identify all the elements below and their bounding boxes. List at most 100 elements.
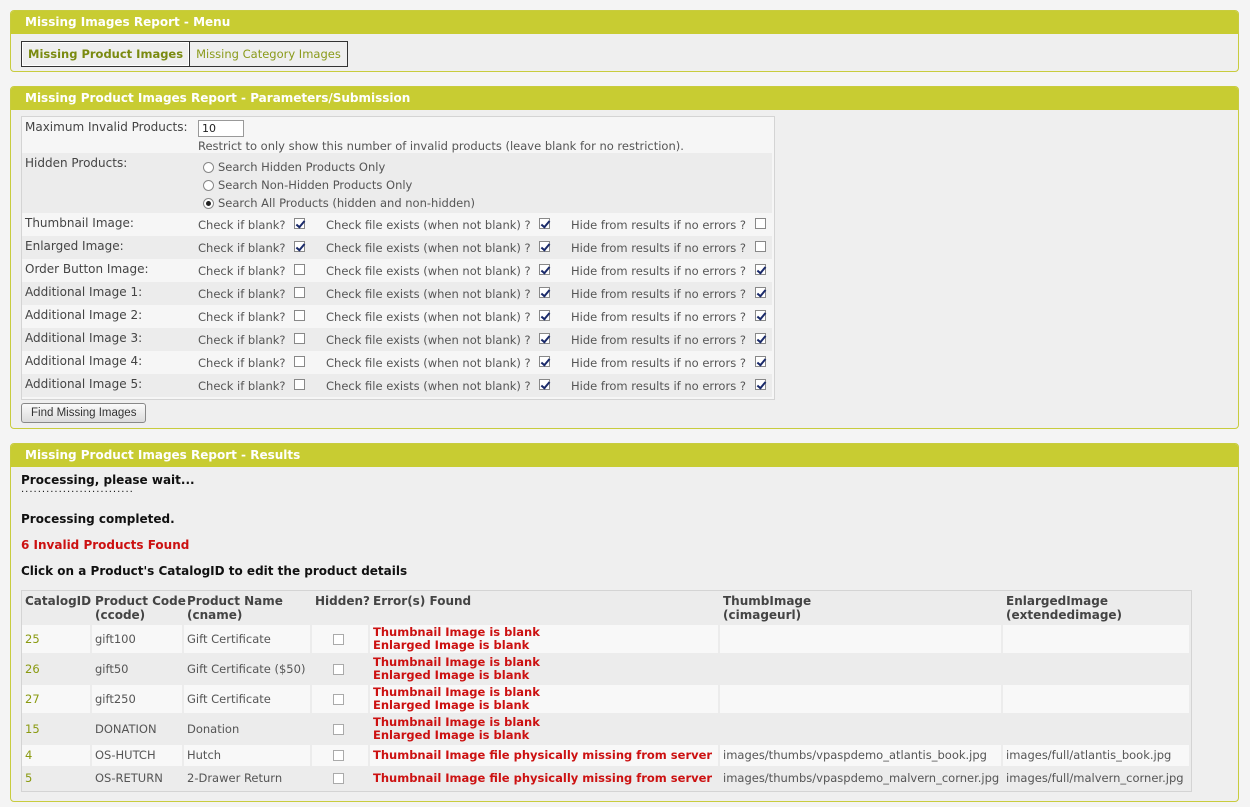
- check-blank-label: Check if blank?: [198, 379, 286, 393]
- product-code-cell: gift250: [92, 685, 182, 713]
- hide-if-no-errors-label: Hide from results if no errors ?: [571, 356, 746, 370]
- radio-hidden-only[interactable]: Search Hidden Products Only: [203, 160, 385, 174]
- errors-cell: Thumbnail Image file physically missing …: [370, 745, 718, 766]
- image-option-row: Enlarged Image: Check if blank? Check file…: [22, 236, 772, 259]
- parameters-panel-title: Missing Product Images Report - Paramete…: [11, 87, 1238, 110]
- check-blank-label: Check if blank?: [198, 287, 286, 301]
- table-row: 15 DONATION Donation Thumbnail Image is bla…: [22, 715, 1189, 743]
- check-exists-label: Check file exists (when not blank) ?: [326, 310, 531, 324]
- check-blank-checkbox[interactable]: [294, 241, 305, 252]
- hidden-checkbox[interactable]: [333, 750, 344, 761]
- catalog-id-link[interactable]: 4: [25, 748, 32, 762]
- product-code-cell: OS-HUTCH: [92, 745, 182, 766]
- check-exists-checkbox[interactable]: [539, 287, 550, 298]
- check-blank-checkbox[interactable]: [294, 287, 305, 298]
- table-row: 25 gift100Gift Certificate ($100) Thumbnai…: [22, 625, 1189, 674]
- product-name-cell: Gift Certificate ($250): [184, 685, 310, 734]
- hide-if-no-errors-label: Hide from results if no errors ?: [571, 241, 746, 255]
- hide-if-no-errors-checkbox[interactable]: [755, 310, 766, 321]
- hide-if-no-errors-label: Hide from results if no errors ?: [571, 218, 746, 232]
- hidden-products-label: Hidden Products:: [25, 156, 128, 170]
- click-hint-text: Click on a Product's CatalogID to edit t…: [21, 564, 408, 578]
- radio-icon[interactable]: [203, 198, 214, 209]
- check-blank-label: Check if blank?: [198, 333, 286, 347]
- hide-if-no-errors-checkbox[interactable]: [755, 379, 766, 390]
- tab-missing-category-images[interactable]: Missing Category Images: [190, 42, 347, 66]
- hidden-checkbox[interactable]: [333, 773, 344, 784]
- radio-non-hidden-only[interactable]: Search Non-Hidden Products Only: [203, 178, 412, 192]
- product-code-cell: OS-RETURN: [92, 768, 182, 789]
- check-exists-checkbox[interactable]: [539, 356, 550, 367]
- check-exists-checkbox[interactable]: [539, 379, 550, 390]
- table-row: 26 gift50 Gift Certificate ($50) Thumbnail …: [22, 655, 1189, 683]
- check-blank-label: Check if blank?: [198, 310, 286, 324]
- hide-if-no-errors-checkbox[interactable]: [755, 218, 766, 229]
- check-exists-checkbox[interactable]: [539, 264, 550, 275]
- image-option-row: Additional Image 3: Check if blank? Check …: [22, 328, 772, 351]
- column-header: Product Code (ccode): [95, 594, 186, 622]
- hide-if-no-errors-checkbox[interactable]: [755, 241, 766, 252]
- check-blank-checkbox[interactable]: [294, 333, 305, 344]
- hidden-checkbox[interactable]: [333, 724, 344, 735]
- check-blank-checkbox[interactable]: [294, 379, 305, 390]
- check-blank-label: Check if blank?: [198, 218, 286, 232]
- catalog-id-link[interactable]: 26: [25, 662, 40, 676]
- hide-if-no-errors-checkbox[interactable]: [755, 264, 766, 275]
- check-blank-checkbox[interactable]: [294, 218, 305, 229]
- check-blank-checkbox[interactable]: [294, 356, 305, 367]
- enlarged-image-cell: images/full/malvern_corner.jpg: [1003, 768, 1189, 789]
- hidden-checkbox[interactable]: [333, 694, 344, 705]
- check-exists-label: Check file exists (when not blank) ?: [326, 379, 531, 393]
- column-header: CatalogID: [25, 594, 92, 608]
- hidden-checkbox[interactable]: [333, 664, 344, 675]
- image-option-label: Enlarged Image:: [25, 239, 124, 253]
- hidden-cell: [312, 768, 368, 789]
- catalog-id-link[interactable]: 27: [25, 692, 40, 706]
- error-message: Enlarged Image is blank: [373, 668, 530, 682]
- check-exists-label: Check file exists (when not blank) ?: [326, 356, 531, 370]
- max-invalid-input[interactable]: [198, 120, 244, 137]
- hide-if-no-errors-label: Hide from results if no errors ?: [571, 310, 746, 324]
- hide-if-no-errors-checkbox[interactable]: [755, 287, 766, 298]
- results-panel-title: Missing Product Images Report - Results: [11, 444, 1238, 467]
- catalog-id-link[interactable]: 5: [25, 771, 32, 785]
- product-code-cell: DONATION: [92, 715, 182, 743]
- catalog-id-link[interactable]: 25: [25, 632, 40, 646]
- check-blank-checkbox[interactable]: [294, 310, 305, 321]
- thumb-image-cell: images/thumbs/vpaspdemo_malvern_corner.j…: [720, 768, 1001, 789]
- radio-icon[interactable]: [203, 180, 214, 191]
- tab-missing-product-images[interactable]: Missing Product Images: [22, 42, 191, 66]
- check-exists-checkbox[interactable]: [539, 218, 550, 229]
- check-exists-label: Check file exists (when not blank) ?: [326, 333, 531, 347]
- max-invalid-label: Maximum Invalid Products:: [25, 120, 188, 134]
- check-exists-checkbox[interactable]: [539, 333, 550, 344]
- parameters-panel: Missing Product Images Report - Paramete…: [10, 86, 1239, 429]
- catalog-id-link[interactable]: 15: [25, 722, 40, 736]
- enlarged-image-cell: [1003, 655, 1189, 683]
- hide-if-no-errors-label: Hide from results if no errors ?: [571, 379, 746, 393]
- product-name-cell: Donation: [184, 715, 310, 743]
- hidden-cell: [312, 745, 368, 766]
- radio-label: Search All Products (hidden and non-hidd…: [218, 196, 475, 210]
- hidden-cell: [312, 715, 368, 743]
- table-row: 4 OS-HUTCH Hutch Thumbnail Image file physi…: [22, 745, 1189, 766]
- radio-all-products[interactable]: Search All Products (hidden and non-hidd…: [203, 196, 475, 210]
- check-blank-checkbox[interactable]: [294, 264, 305, 275]
- product-code-cell: gift50: [92, 655, 182, 683]
- hide-if-no-errors-checkbox[interactable]: [755, 333, 766, 344]
- hidden-checkbox[interactable]: [333, 634, 344, 645]
- product-name-cell: Gift Certificate ($100): [184, 625, 310, 674]
- check-exists-label: Check file exists (when not blank) ?: [326, 218, 531, 232]
- progress-dots: ...........................: [21, 484, 134, 495]
- image-option-row: Order Button Image: Check if blank? Check …: [22, 259, 772, 282]
- find-missing-images-button[interactable]: Find Missing Images: [21, 403, 147, 423]
- image-option-label: Additional Image 5:: [25, 377, 143, 391]
- hide-if-no-errors-checkbox[interactable]: [755, 356, 766, 367]
- check-exists-checkbox[interactable]: [539, 241, 550, 252]
- errors-cell: Thumbnail Image is blank Enlarged Image i…: [370, 625, 718, 653]
- check-blank-label: Check if blank?: [198, 241, 286, 255]
- thumb-image-cell: [720, 685, 1001, 713]
- image-option-label: Order Button Image:: [25, 262, 149, 276]
- radio-icon[interactable]: [203, 162, 214, 173]
- check-exists-checkbox[interactable]: [539, 310, 550, 321]
